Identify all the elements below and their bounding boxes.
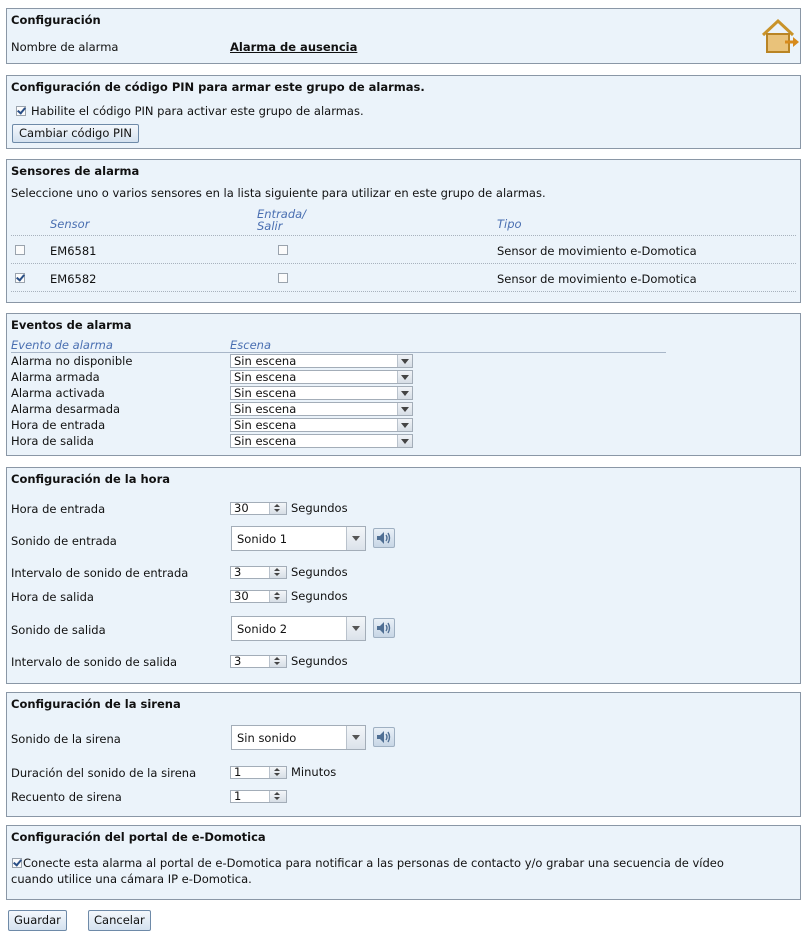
siren-count-label: Recuento de sirena xyxy=(11,790,122,804)
siren-config-panel: Configuración de la sirena Sonido de la … xyxy=(6,692,801,817)
sensor-select-checkbox[interactable] xyxy=(15,273,25,283)
scene-select[interactable]: Sin escena xyxy=(230,370,413,384)
save-button[interactable]: Guardar xyxy=(8,910,67,931)
exit-interval-unit: Segundos xyxy=(291,654,348,668)
column-header-sensor: Sensor xyxy=(50,217,90,231)
play-entry-sound-button[interactable] xyxy=(373,528,395,548)
scene-select[interactable]: Sin escena xyxy=(230,354,413,368)
scene-select[interactable]: Sin escena xyxy=(230,386,413,400)
entry-interval-label: Intervalo de sonido de entrada xyxy=(11,566,189,580)
siren-duration-unit: Minutos xyxy=(291,765,337,779)
house-exit-icon[interactable] xyxy=(759,15,801,60)
alarm-sensors-panel: Sensores de alarma Seleccione uno o vari… xyxy=(6,159,801,303)
section-title: Configuración de la hora xyxy=(11,472,171,486)
exit-time-unit: Segundos xyxy=(291,589,348,603)
event-label: Hora de entrada xyxy=(11,418,106,432)
speaker-icon xyxy=(377,731,391,743)
alarm-events-panel: Eventos de alarma Evento de alarma Escen… xyxy=(6,313,801,456)
sensor-select-checkbox[interactable] xyxy=(15,245,25,255)
enable-pin-label: Habilite el código PIN para activar este… xyxy=(31,104,364,118)
divider xyxy=(11,235,796,236)
exit-sound-label: Sonido de salida xyxy=(11,623,106,637)
divider xyxy=(11,352,666,353)
entry-time-unit: Segundos xyxy=(291,501,348,515)
section-title: Configuración de código PIN para armar e… xyxy=(11,80,425,94)
event-label: Alarma no disponible xyxy=(11,354,133,368)
exit-time-label: Hora de salida xyxy=(11,590,94,604)
enable-pin-checkbox[interactable] xyxy=(16,106,26,116)
sensor-type: Sensor de movimiento e-Domotica xyxy=(497,272,697,286)
column-header-scene: Escena xyxy=(230,338,271,352)
siren-sound-label: Sonido de la sirena xyxy=(11,732,121,746)
exit-interval-stepper[interactable]: 3 xyxy=(230,655,287,668)
section-title: Sensores de alarma xyxy=(11,164,140,178)
time-config-panel: Configuración de la hora Hora de entrada… xyxy=(6,467,801,684)
play-exit-sound-button[interactable] xyxy=(373,618,395,638)
section-title: Configuración de la sirena xyxy=(11,697,181,711)
scene-select[interactable]: Sin escena xyxy=(230,402,413,416)
entry-exit-checkbox[interactable] xyxy=(278,273,288,283)
change-pin-button[interactable]: Cambiar código PIN xyxy=(12,124,139,143)
scene-select[interactable]: Sin escena xyxy=(230,418,413,432)
portal-connect-checkbox[interactable] xyxy=(12,858,22,868)
portal-connect-label: Conecte esta alarma al portal de e-Domot… xyxy=(23,856,724,870)
exit-time-stepper[interactable]: 30 xyxy=(230,590,287,603)
entry-time-label: Hora de entrada xyxy=(11,502,106,516)
play-siren-sound-button[interactable] xyxy=(373,727,395,747)
event-label: Alarma desarmada xyxy=(11,402,121,416)
divider xyxy=(11,291,796,292)
entry-time-stepper[interactable]: 30 xyxy=(230,502,287,515)
speaker-icon xyxy=(377,622,391,634)
entry-sound-select[interactable]: Sonido 1 xyxy=(231,526,366,551)
portal-config-panel: Configuración del portal de e-Domotica C… xyxy=(6,825,801,900)
entry-exit-checkbox[interactable] xyxy=(278,245,288,255)
siren-count-stepper[interactable]: 1 xyxy=(230,790,287,803)
event-label: Alarma activada xyxy=(11,386,105,400)
divider xyxy=(11,263,796,264)
entry-sound-label: Sonido de entrada xyxy=(11,534,117,548)
event-label: Hora de salida xyxy=(11,434,94,448)
scene-select[interactable]: Sin escena xyxy=(230,434,413,448)
speaker-icon xyxy=(377,532,391,544)
siren-duration-stepper[interactable]: 1 xyxy=(230,766,287,779)
entry-interval-stepper[interactable]: 3 xyxy=(230,566,287,579)
general-config-panel: Configuración Nombre de alarma Alarma de… xyxy=(6,8,801,64)
portal-connect-label-continued: cuando utilice una cámara IP e-Domotica. xyxy=(11,872,252,886)
sensor-name: EM6582 xyxy=(50,272,97,286)
exit-interval-label: Intervalo de sonido de salida xyxy=(11,655,178,669)
column-header-entry-exit: Entrada/Salir xyxy=(257,207,307,233)
exit-sound-select[interactable]: Sonido 2 xyxy=(231,616,366,641)
alarm-name-label: Nombre de alarma xyxy=(11,40,119,54)
siren-duration-label: Duración del sonido de la sirena xyxy=(11,766,197,780)
sensor-type: Sensor de movimiento e-Domotica xyxy=(497,244,697,258)
alarm-name-link[interactable]: Alarma de ausencia xyxy=(230,40,357,54)
section-title: Configuración xyxy=(11,13,101,27)
siren-sound-select[interactable]: Sin sonido xyxy=(231,725,366,750)
column-header-type: Tipo xyxy=(497,217,522,231)
section-title: Eventos de alarma xyxy=(11,318,132,332)
sensor-name: EM6581 xyxy=(50,244,97,258)
column-header-event: Evento de alarma xyxy=(11,338,113,352)
entry-interval-unit: Segundos xyxy=(291,565,348,579)
event-label: Alarma armada xyxy=(11,370,100,384)
sensors-description: Seleccione uno o varios sensores en la l… xyxy=(11,186,546,200)
cancel-button[interactable]: Cancelar xyxy=(88,910,151,931)
section-title: Configuración del portal de e-Domotica xyxy=(11,830,266,844)
pin-config-panel: Configuración de código PIN para armar e… xyxy=(6,75,801,149)
